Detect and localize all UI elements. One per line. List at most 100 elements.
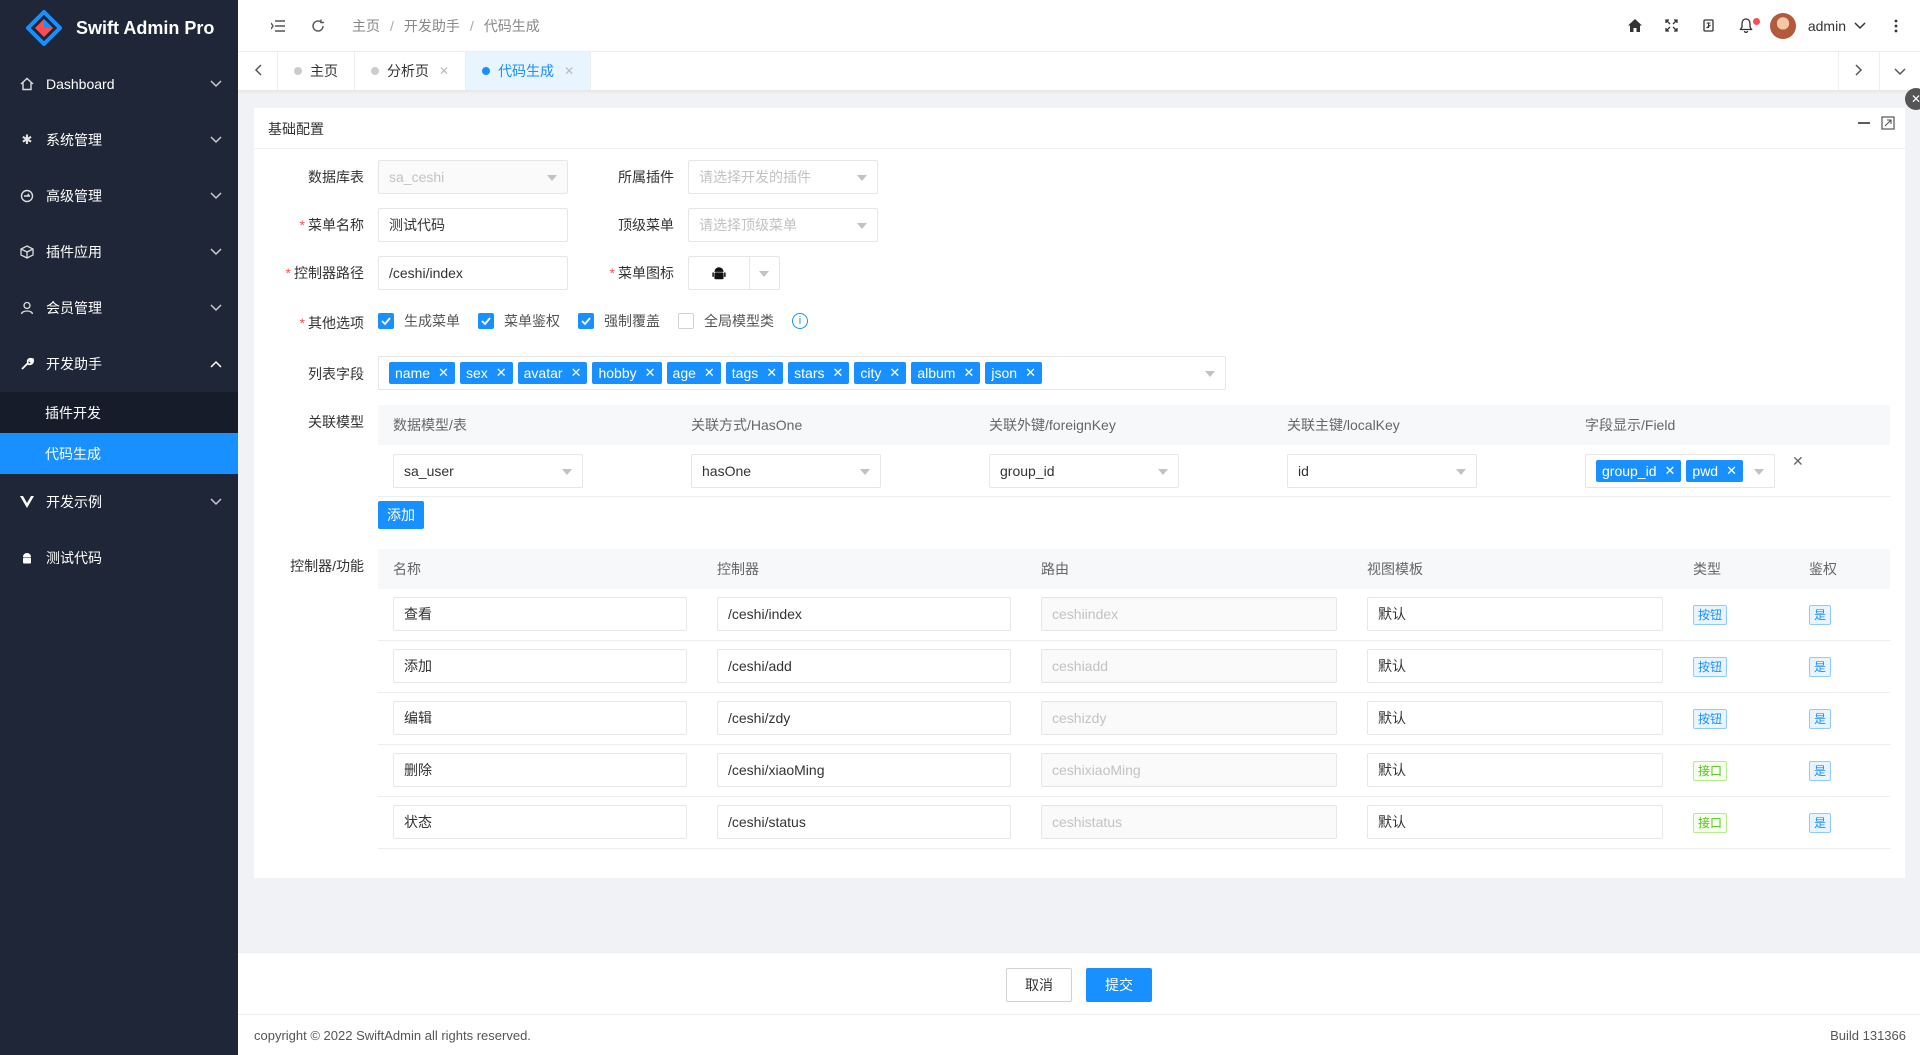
close-icon[interactable]: ✕ bbox=[571, 365, 582, 381]
action-name-input[interactable]: 查看 bbox=[393, 597, 687, 631]
close-icon[interactable]: ✕ bbox=[963, 365, 974, 381]
auth-badge[interactable]: 是 bbox=[1809, 656, 1832, 677]
close-icon[interactable]: ✕ bbox=[1726, 463, 1737, 479]
plugin-select[interactable]: 请选择开发的插件 bbox=[688, 160, 878, 194]
relation-type-select[interactable]: hasOne bbox=[691, 454, 881, 488]
icon-picker-arrow[interactable] bbox=[749, 257, 779, 289]
tab-code-gen[interactable]: 代码生成 ✕ bbox=[466, 52, 592, 90]
info-icon[interactable]: i bbox=[792, 313, 808, 329]
tabs-scroll-left[interactable] bbox=[238, 52, 278, 90]
close-icon[interactable]: ✕ bbox=[1665, 463, 1676, 479]
checkbox-force-overwrite[interactable]: 强制覆盖 bbox=[578, 311, 660, 331]
type-badge[interactable]: 接口 bbox=[1693, 760, 1728, 781]
close-icon[interactable]: ✕ bbox=[564, 64, 574, 78]
close-icon[interactable]: ✕ bbox=[438, 365, 449, 381]
list-fields-select[interactable]: name ✕ sex ✕ avatar ✕ hobby ✕ age ✕ tags ✕ sta… bbox=[378, 356, 1226, 390]
close-page-icon[interactable]: ✕ bbox=[1905, 88, 1920, 110]
route-input[interactable]: ceshizdy bbox=[1041, 701, 1337, 735]
action-name-input[interactable]: 状态 bbox=[393, 805, 687, 839]
relation-local-key-select[interactable]: id bbox=[1287, 454, 1477, 488]
controller-input[interactable]: /ceshi/xiaoMing bbox=[717, 753, 1011, 787]
sidebar-item-dev-examples[interactable]: 开发示例 bbox=[0, 474, 238, 530]
logo[interactable]: Swift Admin Pro bbox=[0, 0, 238, 56]
view-template-input[interactable]: 默认 bbox=[1367, 649, 1663, 683]
translate-icon[interactable] bbox=[1699, 16, 1719, 36]
tabs-scroll-right[interactable] bbox=[1838, 52, 1879, 90]
sidebar-item-label: 高级管理 bbox=[46, 188, 102, 204]
tabs-dropdown[interactable] bbox=[1879, 52, 1920, 90]
type-badge[interactable]: 按钮 bbox=[1693, 656, 1728, 677]
card-title: 基础配置 bbox=[268, 121, 324, 137]
action-name-input[interactable]: 添加 bbox=[393, 649, 687, 683]
route-input[interactable]: ceshistatus bbox=[1041, 805, 1337, 839]
view-template-input[interactable]: 默认 bbox=[1367, 805, 1663, 839]
auth-badge[interactable]: 是 bbox=[1809, 708, 1832, 729]
home-icon[interactable] bbox=[1625, 16, 1645, 36]
view-template-input[interactable]: 默认 bbox=[1367, 701, 1663, 735]
delete-row-icon[interactable]: ✕ bbox=[1792, 453, 1804, 470]
menu-name-input[interactable]: 测试代码 bbox=[378, 208, 568, 242]
route-input[interactable]: ceshiadd bbox=[1041, 649, 1337, 683]
fullscreen-icon[interactable] bbox=[1662, 16, 1682, 36]
sidebar-item-dashboard[interactable]: Dashboard bbox=[0, 56, 238, 112]
db-table-select[interactable]: sa_ceshi bbox=[378, 160, 568, 194]
maximize-icon[interactable] bbox=[1881, 116, 1895, 133]
close-icon[interactable]: ✕ bbox=[496, 365, 507, 381]
sidebar-item-test-code[interactable]: 测试代码 bbox=[0, 530, 238, 586]
checkbox-global-model[interactable]: 全局模型类 bbox=[678, 311, 774, 331]
controller-input[interactable]: /ceshi/zdy bbox=[717, 701, 1011, 735]
menu-toggle-icon[interactable] bbox=[268, 16, 288, 36]
relation-fields-select[interactable]: group_id ✕ pwd ✕ bbox=[1585, 454, 1775, 488]
close-icon[interactable]: ✕ bbox=[889, 365, 900, 381]
action-name-input[interactable]: 删除 bbox=[393, 753, 687, 787]
cancel-button[interactable]: 取消 bbox=[1006, 968, 1072, 1002]
relation-foreign-key-select[interactable]: group_id bbox=[989, 454, 1179, 488]
close-icon[interactable]: ✕ bbox=[439, 64, 449, 78]
controller-path-input[interactable]: /ceshi/index bbox=[378, 256, 568, 290]
top-menu-select[interactable]: 请选择顶级菜单 bbox=[688, 208, 878, 242]
type-badge[interactable]: 接口 bbox=[1693, 812, 1728, 833]
tab-home[interactable]: 主页 bbox=[278, 52, 355, 90]
close-icon[interactable]: ✕ bbox=[1025, 365, 1036, 381]
breadcrumb-item[interactable]: 开发助手 bbox=[404, 16, 460, 36]
minimize-icon[interactable] bbox=[1857, 116, 1871, 133]
more-vertical-icon[interactable] bbox=[1886, 16, 1906, 36]
close-icon[interactable]: ✕ bbox=[645, 365, 656, 381]
relation-model-select[interactable]: sa_user bbox=[393, 454, 583, 488]
controller-input[interactable]: /ceshi/index bbox=[717, 597, 1011, 631]
sidebar-item-system[interactable]: ✱ 系统管理 bbox=[0, 112, 238, 168]
checkbox-menu-auth[interactable]: 菜单鉴权 bbox=[478, 311, 560, 331]
submit-button[interactable]: 提交 bbox=[1086, 968, 1152, 1002]
sidebar-subitem-code-gen[interactable]: 代码生成 bbox=[0, 433, 238, 474]
vue-icon bbox=[20, 496, 34, 508]
sidebar-item-members[interactable]: 会员管理 bbox=[0, 280, 238, 336]
menu-icon-picker[interactable] bbox=[688, 256, 780, 290]
bell-icon[interactable] bbox=[1736, 16, 1760, 36]
sidebar-item-plugins[interactable]: 插件应用 bbox=[0, 224, 238, 280]
route-input[interactable]: ceshixiaoMing bbox=[1041, 753, 1337, 787]
add-relation-button[interactable]: 添加 bbox=[378, 501, 424, 529]
route-input[interactable]: ceshiindex bbox=[1041, 597, 1337, 631]
type-badge[interactable]: 按钮 bbox=[1693, 604, 1728, 625]
auth-badge[interactable]: 是 bbox=[1809, 604, 1832, 625]
avatar[interactable] bbox=[1769, 12, 1796, 39]
breadcrumb-item[interactable]: 主页 bbox=[352, 16, 380, 36]
controller-input[interactable]: /ceshi/add bbox=[717, 649, 1011, 683]
user-menu[interactable]: admin bbox=[1808, 18, 1866, 34]
sidebar-item-dev-assistant[interactable]: 开发助手 bbox=[0, 336, 238, 392]
auth-badge[interactable]: 是 bbox=[1809, 812, 1832, 833]
view-template-input[interactable]: 默认 bbox=[1367, 597, 1663, 631]
controller-input[interactable]: /ceshi/status bbox=[717, 805, 1011, 839]
refresh-icon[interactable] bbox=[308, 16, 328, 36]
action-name-input[interactable]: 编辑 bbox=[393, 701, 687, 735]
close-icon[interactable]: ✕ bbox=[704, 365, 715, 381]
close-icon[interactable]: ✕ bbox=[833, 365, 844, 381]
checkbox-gen-menu[interactable]: 生成菜单 bbox=[378, 311, 460, 331]
auth-badge[interactable]: 是 bbox=[1809, 760, 1832, 781]
type-badge[interactable]: 按钮 bbox=[1693, 708, 1728, 729]
sidebar-item-advanced[interactable]: 高级管理 bbox=[0, 168, 238, 224]
close-icon[interactable]: ✕ bbox=[766, 365, 777, 381]
sidebar-subitem-plugin-dev[interactable]: 插件开发 bbox=[0, 392, 238, 433]
view-template-input[interactable]: 默认 bbox=[1367, 753, 1663, 787]
tab-analysis[interactable]: 分析页 ✕ bbox=[355, 52, 467, 90]
